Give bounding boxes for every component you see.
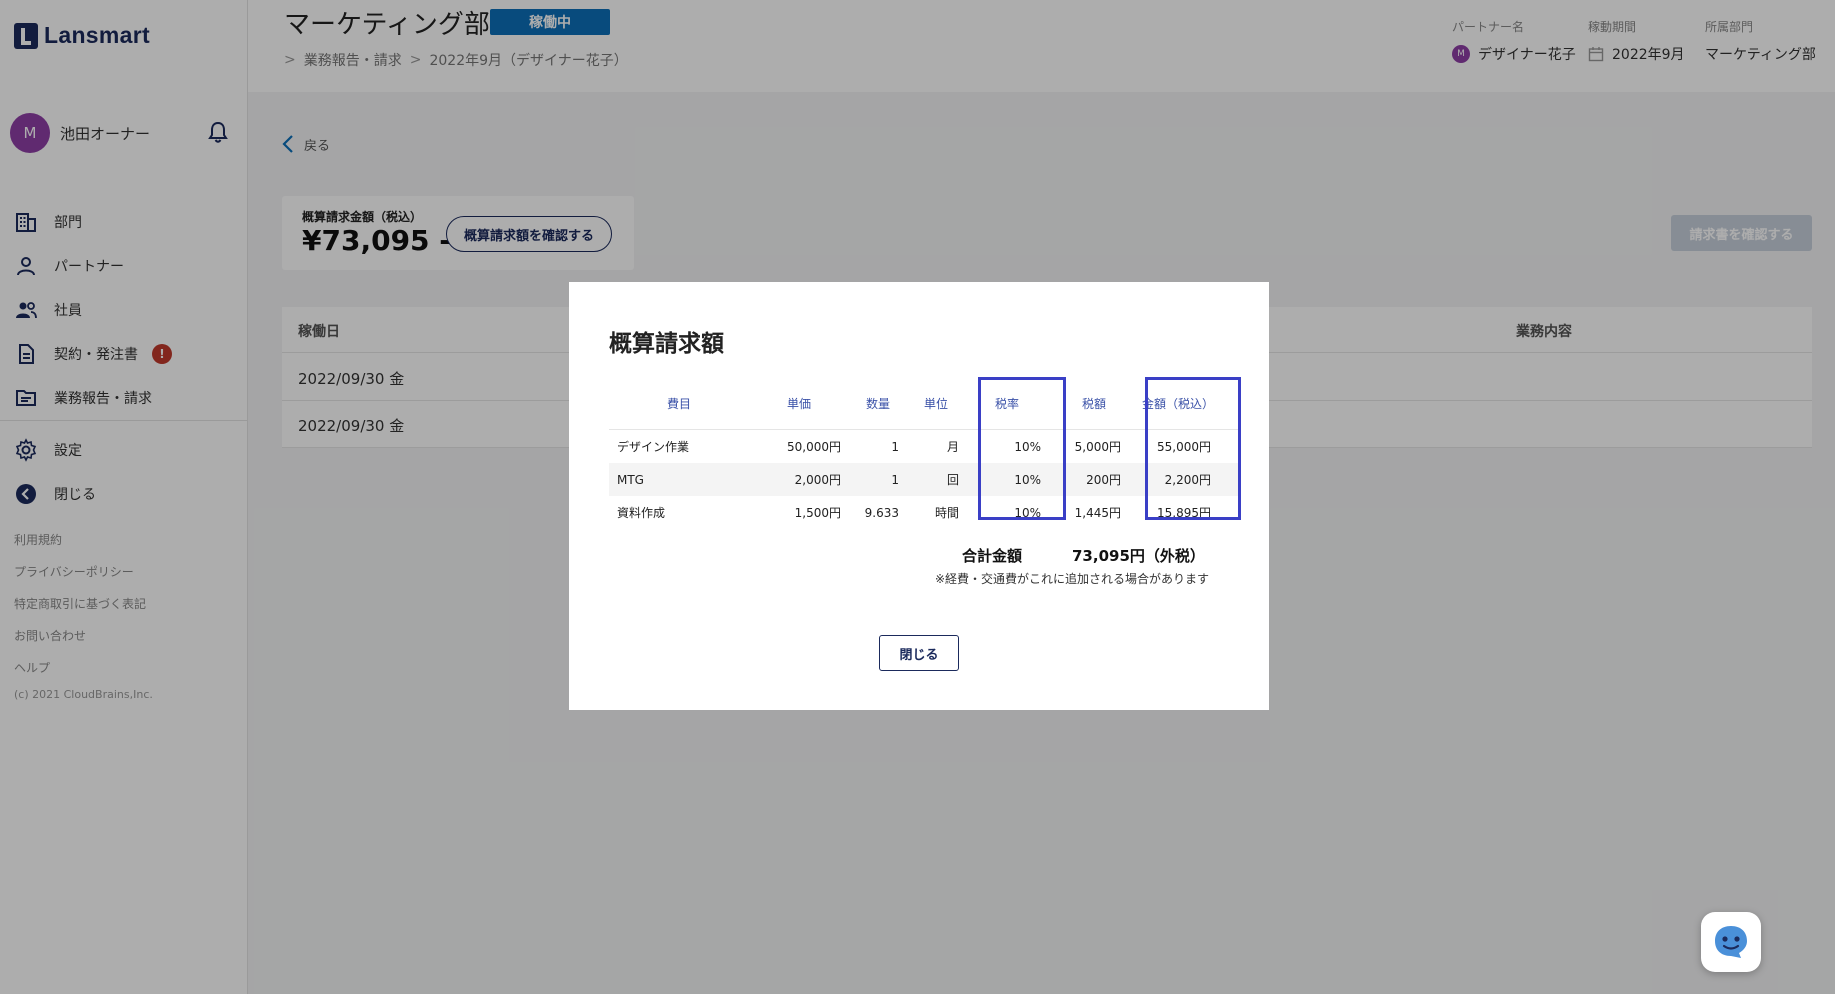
estimate-modal: 概算請求額 費目 単価 数量 単位 税率 税額 金額（税込） デザイン作業 50… [569, 282, 1269, 710]
cell-qty: 1 [891, 439, 899, 454]
col-qty: 数量 [865, 397, 890, 411]
cell-qty: 9.633 [864, 505, 899, 520]
chat-support-button[interactable] [1701, 912, 1761, 972]
cell-unit-price: 2,000円 [794, 473, 841, 487]
modal-title: 概算請求額 [609, 331, 724, 357]
cell-qty: 1 [891, 472, 899, 487]
total-value: 73,095円（外税） [1072, 547, 1205, 565]
cell-unit-price: 50,000円 [787, 440, 841, 454]
amount-highlight [1145, 377, 1241, 520]
expense-note: ※経費・交通費がこれに追加される場合があります [935, 572, 1210, 586]
col-tax: 税額 [1081, 397, 1106, 411]
cell-unit: 月 [946, 440, 959, 454]
cell-unit: 時間 [934, 506, 959, 520]
cell-unit-price: 1,500円 [794, 506, 841, 520]
close-modal-button[interactable]: 閉じる [879, 635, 959, 671]
cell-item: 資料作成 [617, 506, 666, 520]
col-item: 費目 [666, 397, 691, 411]
tax-rate-highlight [978, 377, 1066, 520]
col-unit: 単位 [923, 397, 948, 411]
cell-unit: 回 [946, 473, 959, 487]
chat-bot-icon [1715, 926, 1747, 958]
total-label: 合計金額 [962, 547, 1023, 565]
cell-item: MTG [617, 472, 644, 487]
col-unit-price: 単価 [786, 397, 811, 411]
cell-item: デザイン作業 [617, 440, 690, 454]
